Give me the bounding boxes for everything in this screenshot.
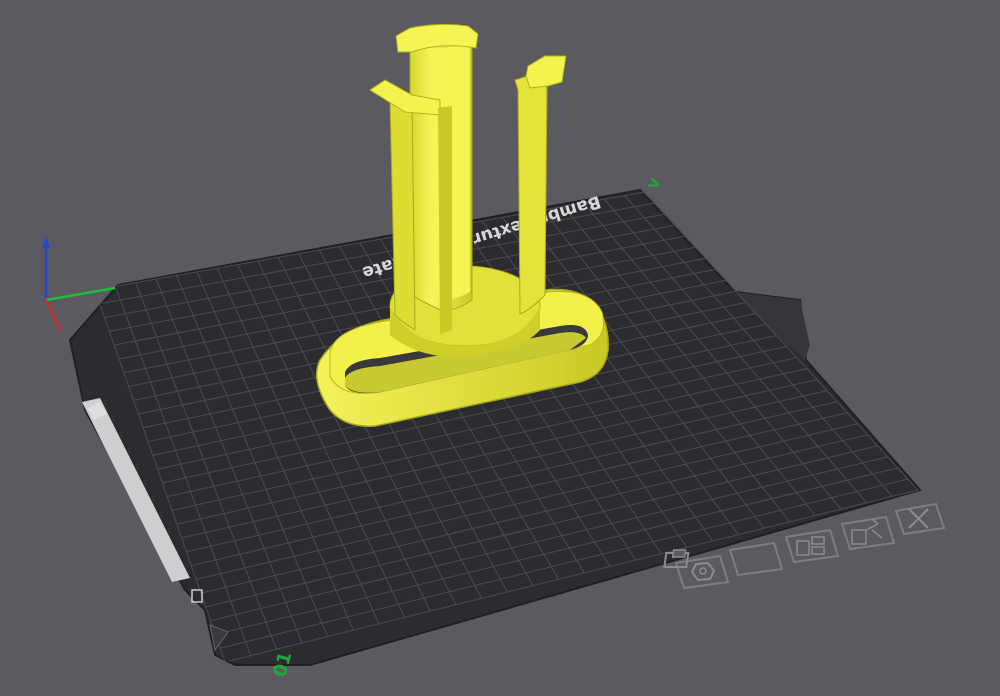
y-axis — [45, 286, 116, 302]
model-right-arm-clip — [525, 55, 567, 89]
build-plate[interactable]: Bambu Textured PEI Plate 01 V — [68, 177, 922, 680]
arrange-plate-button[interactable] — [784, 528, 840, 564]
arrange-icon — [796, 536, 825, 556]
orient-plate-button[interactable] — [840, 515, 896, 551]
z-axis-arrow — [42, 236, 50, 248]
gear-octagon-icon — [690, 561, 716, 582]
delete-plate-button[interactable] — [894, 502, 946, 536]
3d-viewport[interactable]: Bambu Textured PEI Plate 01 V — [0, 0, 1000, 696]
plate-corner-label-top: V — [647, 177, 665, 192]
orient-icon — [851, 519, 883, 545]
close-icon — [908, 508, 929, 529]
model-inner-column — [438, 106, 452, 334]
plate-settings-button[interactable] — [674, 554, 730, 590]
x-axis — [44, 299, 62, 331]
model-right-arm — [514, 71, 548, 315]
